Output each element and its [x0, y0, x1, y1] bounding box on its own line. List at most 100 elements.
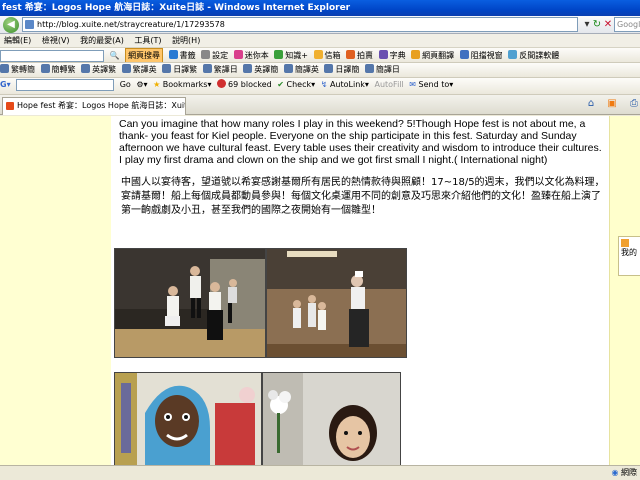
photo-drama[interactable]	[114, 248, 266, 358]
right-sidebar: 我的	[609, 116, 640, 465]
page-content: Can you imagine that how many roles I pl…	[0, 116, 640, 465]
check-icon: ✔	[277, 80, 284, 89]
menu-tools[interactable]: 工具(T)	[130, 34, 165, 48]
search-input[interactable]: Google	[614, 17, 640, 32]
convert-icon	[202, 64, 212, 73]
tr-en-to-trad[interactable]: 英譯繁	[81, 63, 116, 77]
translate-icon	[411, 50, 421, 59]
google-search-input[interactable]	[16, 78, 115, 91]
popup-block-icon	[459, 50, 469, 59]
web-search-button[interactable]: 網頁搜尋	[125, 48, 164, 62]
translate-toolbar: 繁轉簡 簡轉繁 英譯繁 繁譯英 日譯繁 繁譯日 英譯簡 簡譯英 日譯簡 簡譯日	[0, 63, 640, 78]
antispy-button[interactable]: 反間諜軟體	[508, 49, 559, 62]
gear-icon	[201, 50, 211, 59]
knowledge-button[interactable]: 知識+	[274, 49, 308, 62]
tr-jp-to-simp[interactable]: 日譯簡	[324, 63, 359, 77]
shield-icon	[508, 50, 518, 59]
tab-row: Hope fest 希宴：Logos Hope 航海日誌：Xuite日誌 ⌂ ▣…	[0, 95, 640, 115]
print-icon[interactable]: ⎙	[630, 98, 638, 109]
convert-icon	[0, 64, 9, 73]
dictionary-icon	[378, 50, 388, 59]
address-url: http://blog.xuite.net/straycreature/1/17…	[37, 20, 225, 29]
magnifier-icon[interactable]: 🔍	[110, 49, 120, 62]
tab-tools: ⌂ ▣ ⎙	[578, 98, 638, 109]
mail-button[interactable]: 信箱	[313, 49, 341, 62]
google-logo-icon[interactable]: G▾	[0, 78, 11, 92]
convert-icon	[364, 64, 374, 73]
settings-button[interactable]: 設定	[201, 49, 228, 62]
popup-block-button[interactable]: 阻擋視窗	[459, 49, 503, 62]
star-icon: ★	[153, 80, 161, 89]
menu-view[interactable]: 檢視(V)	[38, 34, 74, 48]
address-bar[interactable]: http://blog.xuite.net/straycreature/1/17…	[22, 17, 578, 32]
convert-icon	[243, 64, 253, 73]
left-margin	[0, 116, 111, 465]
yahoo-toolbar: 🔍 網頁搜尋 書籤 設定 迷你本 知識+ 信箱 拍賣 字典 網頁翻譯 阻擋視窗 …	[0, 48, 640, 63]
blog-post: Can you imagine that how many roles I pl…	[111, 116, 609, 465]
sidebar-widget-label: 我的	[621, 248, 637, 257]
photo-portrait-1-image	[115, 373, 261, 465]
tab-title: Hope fest 希宴：Logos Hope 航海日誌：Xuite日誌	[17, 101, 185, 110]
autofill-button[interactable]: AutoFill	[374, 78, 403, 92]
tr-trad-to-en[interactable]: 繁譯英	[121, 63, 157, 77]
knowledge-icon	[274, 50, 284, 59]
convert-icon	[40, 64, 50, 73]
tr-simp-to-en[interactable]: 簡譯英	[283, 63, 319, 77]
autolink-button[interactable]: ↯ AutoLink▾	[321, 78, 369, 92]
menu-edit[interactable]: 編輯(E)	[0, 34, 35, 48]
sendto-button[interactable]: ✉ Send to▾	[409, 78, 453, 92]
toolbar-search-input[interactable]	[0, 49, 104, 62]
send-icon: ✉	[409, 80, 416, 89]
photo-portrait-2[interactable]	[262, 372, 401, 465]
convert-icon	[121, 64, 131, 73]
minibook-button[interactable]: 迷你本	[233, 49, 269, 62]
rss-icon[interactable]: ▣	[607, 98, 616, 109]
bookmark-icon	[168, 50, 178, 59]
status-bar: ◉ 網際	[0, 465, 640, 480]
widget-icon	[621, 239, 629, 247]
photo-stage-image	[267, 249, 406, 357]
status-zone: ◉ 網際	[611, 468, 637, 477]
google-search-icon[interactable]: ⚙▾	[136, 78, 147, 92]
home-icon[interactable]: ⌂	[588, 98, 594, 109]
tr-simp-to-trad[interactable]: 簡轉繁	[40, 63, 76, 77]
photo-portrait-2-image	[263, 373, 400, 465]
tr-simp-to-jp[interactable]: 簡譯日	[364, 63, 400, 77]
tr-en-to-simp[interactable]: 英譯簡	[243, 63, 278, 77]
post-paragraph-en: Can you imagine that how many roles I pl…	[119, 118, 602, 166]
favicon	[6, 102, 14, 110]
back-icon[interactable]: ◀	[3, 17, 19, 33]
convert-icon	[283, 64, 293, 73]
photo-stage[interactable]	[266, 248, 407, 358]
tr-jp-to-trad[interactable]: 日譯繁	[162, 63, 197, 77]
window-titlebar: fest 希宴：Logos Hope 航海日誌：Xuite日誌 - Window…	[0, 0, 640, 16]
photo-drama-image	[115, 249, 265, 357]
photo-portrait-1[interactable]	[114, 372, 262, 465]
menu-help[interactable]: 說明(H)	[168, 34, 204, 48]
check-button[interactable]: ✔ Check▾	[277, 78, 315, 92]
tr-trad-to-jp[interactable]: 繁譯日	[202, 63, 238, 77]
mail-icon	[313, 50, 323, 59]
google-go-button[interactable]: Go	[120, 78, 131, 92]
page-icon	[25, 20, 34, 29]
tab-active[interactable]: Hope fest 希宴：Logos Hope 航海日誌：Xuite日誌	[2, 97, 186, 115]
stop-icon[interactable]: ✕	[601, 18, 615, 32]
bookmarks-button[interactable]: ★ Bookmarks▾	[153, 78, 211, 92]
window-title: fest 希宴：Logos Hope 航海日誌：Xuite日誌 - Window…	[2, 3, 351, 13]
autolink-icon: ↯	[320, 80, 328, 89]
tr-trad-to-simp[interactable]: 繁轉簡	[0, 63, 35, 77]
dictionary-button[interactable]: 字典	[378, 49, 406, 62]
bookmark-button[interactable]: 書籤	[168, 49, 196, 62]
blocked-icon	[217, 79, 227, 88]
menu-bar: 編輯(E) 檢視(V) 我的最愛(A) 工具(T) 說明(H)	[0, 34, 640, 48]
minibook-icon	[233, 50, 243, 59]
globe-icon: ◉	[611, 468, 619, 477]
google-toolbar: G▾ Go ⚙▾ ★ Bookmarks▾ 69 blocked ✔ Check…	[0, 78, 640, 95]
sidebar-widget: 我的	[618, 236, 640, 276]
address-row: ◀ http://blog.xuite.net/straycreature/1/…	[0, 16, 640, 34]
auction-button[interactable]: 拍賣	[346, 49, 373, 62]
popup-blocked-button[interactable]: 69 blocked	[217, 78, 272, 92]
menu-favorites[interactable]: 我的最愛(A)	[76, 34, 128, 48]
auction-icon	[346, 50, 356, 59]
translate-button[interactable]: 網頁翻譯	[411, 49, 454, 62]
